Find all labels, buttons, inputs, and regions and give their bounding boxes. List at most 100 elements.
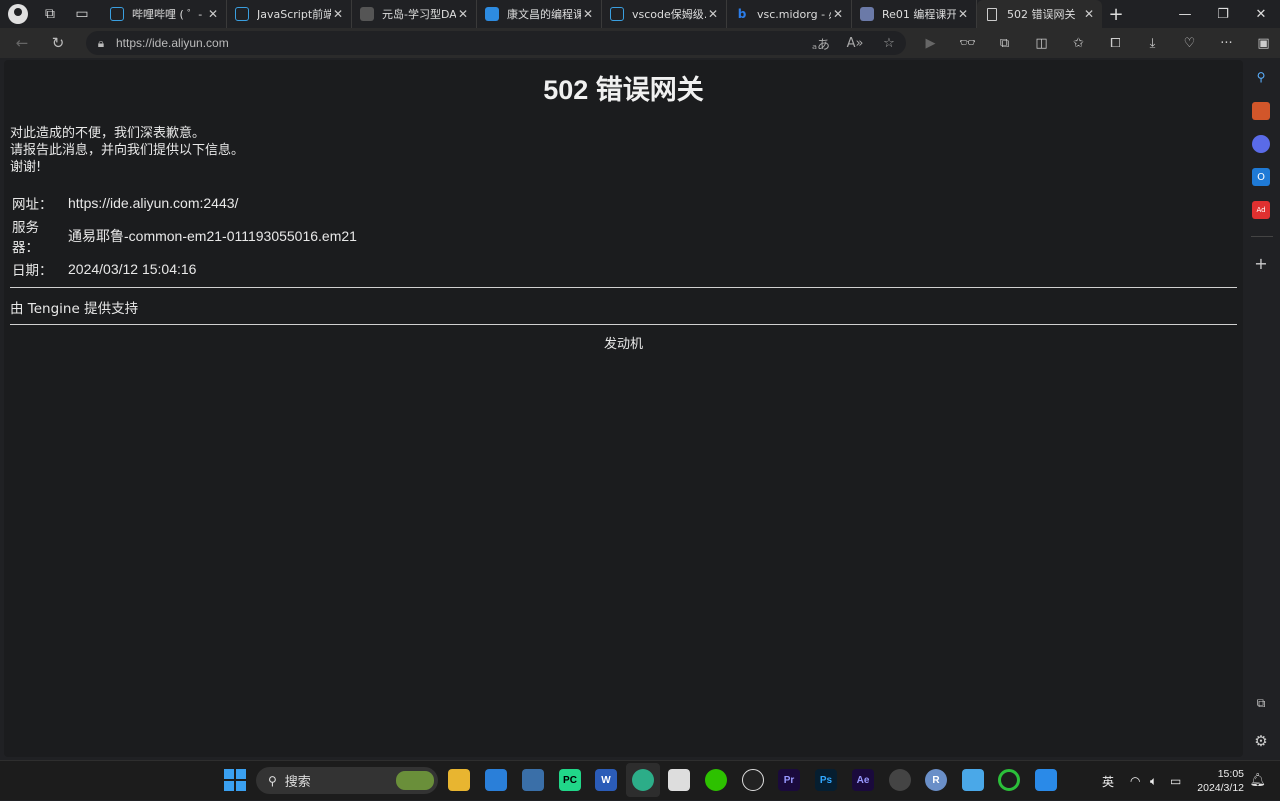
tab[interactable]: 哔哩哔哩 ( ゜- ゜ ✕ — [102, 0, 227, 28]
error-message: 对此造成的不便，我们深表歉意。 请报告此消息，并向我们提供以下信息。 谢谢! — [10, 125, 1243, 176]
toolbar: ▶ 👓︎ ⧉ ◫ ✩ ⧠ ⤓ ♡ ··· ▣ — [912, 28, 1280, 58]
clock[interactable]: 15:05 2024/3/12 — [1197, 767, 1244, 795]
tab-actions-icon[interactable]: ▭ — [66, 0, 98, 28]
screenshot-icon[interactable]: ⧉ — [1252, 694, 1270, 712]
new-tab-button[interactable]: + — [1102, 4, 1130, 25]
divider — [10, 287, 1237, 288]
sync-app-icon[interactable] — [998, 769, 1020, 791]
tab-close-icon[interactable]: ✕ — [956, 7, 970, 21]
more-menu-icon[interactable]: ··· — [1208, 28, 1245, 58]
back-button[interactable]: ← — [4, 28, 40, 58]
wechat-icon[interactable] — [705, 769, 727, 791]
detail-value: https://ide.aliyun.com:2443/ — [68, 195, 239, 211]
restore-icon[interactable]: ❐ — [1204, 0, 1242, 28]
tab[interactable]: b vsc.midorg - 必… ✕ — [727, 0, 852, 28]
search-icon: ⚲ — [268, 773, 277, 788]
photoshop-icon[interactable]: Ps — [815, 769, 837, 791]
message-line: 谢谢! — [10, 160, 42, 175]
read-aloud-icon[interactable]: A» — [838, 36, 872, 51]
sidebar-toggle-icon[interactable]: ▣ — [1245, 28, 1280, 58]
play-icon[interactable]: ▶ — [912, 28, 949, 58]
notification-bell-icon[interactable]: 🔔︎ — [1249, 773, 1266, 788]
lock-icon[interactable]: 🔒︎ — [86, 36, 116, 51]
tab-close-icon[interactable]: ✕ — [706, 7, 720, 21]
tab[interactable]: 元岛-学习型DA… ✕ — [352, 0, 477, 28]
detail-value: 2024/03/12 15:04:16 — [68, 261, 197, 277]
browser-essentials-icon[interactable]: ♡ — [1171, 28, 1208, 58]
tab-title: vsc.midorg - 必… — [757, 8, 831, 21]
word-icon[interactable]: W — [595, 769, 617, 791]
table-row: 日期： 2024/03/12 15:04:16 — [10, 258, 360, 281]
downloads-icon[interactable]: ⤓ — [1134, 28, 1171, 58]
tab-close-icon[interactable]: ✕ — [456, 7, 470, 21]
tab-close-icon[interactable]: ✕ — [1082, 7, 1096, 21]
ime-indicator[interactable]: 英 — [1102, 773, 1130, 790]
copilot-icon[interactable] — [1252, 135, 1270, 153]
browser-window: ⧉ ▭ 哔哩哔哩 ( ゜- ゜ ✕ JavaScript前端… ✕ 元岛-学习型… — [0, 0, 1280, 760]
site-icon — [485, 7, 499, 21]
pycharm-icon[interactable]: PC — [559, 769, 581, 791]
divider — [10, 324, 1237, 325]
split-screen-icon[interactable]: ◫ — [1023, 28, 1060, 58]
python-icon[interactable] — [522, 769, 544, 791]
profile-avatar-icon[interactable] — [8, 4, 28, 24]
workspaces-icon[interactable]: ⧉ — [34, 0, 66, 28]
add-icon[interactable]: + — [1252, 254, 1270, 273]
wifi-icon[interactable]: ◠ — [1130, 774, 1150, 788]
qq-icon[interactable] — [742, 769, 764, 791]
clock-time: 15:05 — [1217, 768, 1244, 780]
address-bar[interactable]: 🔒︎ https://ide.aliyun.com ₐあ A» ☆ — [86, 31, 906, 55]
office-icon[interactable]: Ad — [1252, 201, 1270, 219]
outlook-icon[interactable]: O — [1252, 168, 1270, 186]
tab[interactable]: 康文昌的编程课… ✕ — [477, 0, 602, 28]
notes-icon[interactable] — [962, 769, 984, 791]
search-icon[interactable]: ⚲ — [1252, 68, 1270, 86]
minimize-icon[interactable]: — — [1166, 0, 1204, 28]
taskbar: ⚲ 搜索 PC W Pr Ps Ae R 英 ◠ 🔈︎ ▭ 15:05 2024… — [0, 760, 1280, 800]
tab-close-icon[interactable]: ✕ — [831, 7, 845, 21]
onedrive-icon[interactable] — [1035, 769, 1057, 791]
tab-title: JavaScript前端… — [257, 8, 331, 21]
tools-icon[interactable] — [1252, 102, 1270, 120]
tab[interactable]: vscode保姆级… ✕ — [602, 0, 727, 28]
tab-close-icon[interactable]: ✕ — [331, 7, 345, 21]
after-effects-icon[interactable]: Ae — [852, 769, 874, 791]
tab[interactable]: JavaScript前端… ✕ — [227, 0, 352, 28]
search-app-icon[interactable] — [889, 769, 911, 791]
notepad-icon[interactable] — [668, 769, 690, 791]
translate-icon[interactable]: ₐあ — [804, 34, 838, 53]
tab-title: 康文昌的编程课… — [507, 8, 581, 21]
tab[interactable]: Re01 编程课开… ✕ — [852, 0, 977, 28]
system-tray: 英 ◠ 🔈︎ ▭ — [1102, 761, 1190, 801]
tab-close-icon[interactable]: ✕ — [581, 7, 595, 21]
divider — [1251, 236, 1273, 237]
refresh-button[interactable]: ↻ — [40, 28, 76, 58]
detail-key: 日期： — [12, 263, 53, 279]
extensions-icon[interactable]: ⧉ — [986, 28, 1023, 58]
url-text[interactable]: https://ide.aliyun.com — [116, 36, 804, 50]
collections-icon[interactable]: ⧠ — [1097, 28, 1134, 58]
search-highlight-icon — [396, 771, 434, 790]
tab-list: 哔哩哔哩 ( ゜- ゜ ✕ JavaScript前端… ✕ 元岛-学习型DA… … — [102, 0, 1102, 28]
extension-glasses-icon[interactable]: 👓︎ — [949, 28, 986, 58]
r-app-icon[interactable]: R — [925, 769, 947, 791]
clock-date: 2024/3/12 — [1197, 782, 1244, 794]
search-placeholder: 搜索 — [284, 775, 311, 790]
file-explorer-icon[interactable] — [448, 769, 470, 791]
favorite-star-icon[interactable]: ☆ — [872, 36, 906, 51]
premiere-icon[interactable]: Pr — [778, 769, 800, 791]
error-details-table: 网址： https://ide.aliyun.com:2443/ 服务器： 通易… — [10, 192, 360, 281]
windows-start-icon[interactable] — [224, 769, 246, 791]
active-app-highlight — [626, 763, 660, 797]
taskbar-search[interactable]: ⚲ 搜索 — [256, 767, 438, 794]
settings-gear-icon[interactable]: ⚙ — [1252, 732, 1270, 750]
tab-active[interactable]: 502 错误网关 ✕ — [977, 0, 1102, 28]
message-line: 对此造成的不便，我们深表歉意。 — [10, 126, 206, 141]
battery-icon[interactable]: ▭ — [1170, 774, 1190, 788]
edge-sidebar: ⚲ O Ad + ⧉ ⚙ — [1243, 58, 1280, 760]
tab-close-icon[interactable]: ✕ — [206, 7, 220, 21]
close-window-icon[interactable]: ✕ — [1242, 0, 1280, 28]
volume-icon[interactable]: 🔈︎ — [1150, 774, 1170, 789]
favorites-icon[interactable]: ✩ — [1060, 28, 1097, 58]
photos-icon[interactable] — [485, 769, 507, 791]
